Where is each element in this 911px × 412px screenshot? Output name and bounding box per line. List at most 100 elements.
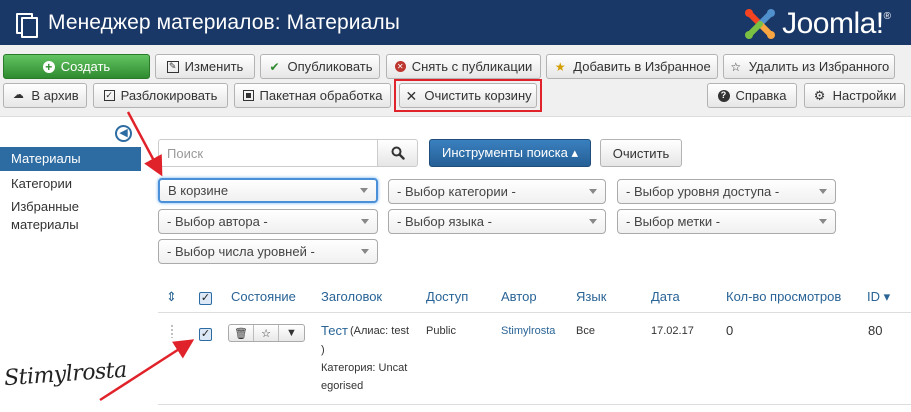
publish-button-label: Опубликовать	[287, 59, 373, 74]
levels-filter-value: - Выбор числа уровней -	[167, 244, 315, 259]
status-filter-value: В корзине	[168, 183, 229, 198]
article-date: 17.02.17	[651, 325, 694, 337]
options-button-label: Настройки	[832, 88, 897, 103]
star-empty-icon: ☆	[730, 59, 742, 74]
category-filter-select[interactable]: - Выбор категории -	[388, 179, 606, 204]
sidebar-item-featured[interactable]: Избранные материалы	[0, 198, 100, 234]
chevron-down-icon	[589, 189, 597, 194]
sidebar-item-label: Категории	[11, 176, 72, 191]
article-hits: 0	[726, 323, 734, 338]
chevron-down-icon	[360, 188, 368, 193]
search-button[interactable]	[377, 139, 418, 167]
feature-button[interactable]: ★ Добавить в Избранное	[546, 54, 718, 79]
gear-icon: ⚙	[813, 88, 826, 103]
tag-filter-select[interactable]: - Выбор метки -	[617, 209, 836, 234]
search-tools-label: Инструменты поиска ▴	[441, 145, 579, 160]
article-category-end: egorised	[321, 380, 364, 392]
app-header: Менеджер материалов: Материалы Joomla! ®	[0, 0, 911, 45]
unpublish-button[interactable]: ✕ Снять с публикации	[386, 54, 541, 79]
archive-button[interactable]: ☁ В архив	[3, 83, 87, 108]
th-title[interactable]: Заголовок	[321, 289, 382, 304]
access-filter-value: - Выбор уровня доступа -	[626, 184, 780, 199]
article-id: 80	[868, 323, 883, 338]
chevron-down-icon	[819, 219, 827, 224]
clear-button[interactable]: Очистить	[600, 139, 682, 167]
article-title-link[interactable]: Тест	[321, 323, 348, 338]
feature-button-label: Добавить в Избранное	[573, 59, 711, 74]
unfeature-button-label: Удалить из Избранного	[748, 59, 890, 74]
drag-handle-icon[interactable]	[170, 324, 174, 338]
trash-icon[interactable]: 🗑	[229, 325, 254, 341]
th-id[interactable]: ID ▾	[867, 289, 890, 305]
article-access: Public	[426, 325, 456, 337]
edit-icon: ✎	[166, 60, 179, 73]
search-input[interactable]: Поиск	[158, 139, 378, 167]
article-language: Все	[576, 325, 595, 337]
levels-filter-select[interactable]: - Выбор числа уровней -	[158, 239, 378, 264]
copy-icon	[16, 12, 38, 38]
unfeature-button[interactable]: ☆ Удалить из Избранного	[723, 54, 895, 79]
batch-button[interactable]: Пакетная обработка	[234, 83, 391, 108]
access-filter-select[interactable]: - Выбор уровня доступа -	[617, 179, 836, 204]
page-title: Менеджер материалов: Материалы	[48, 10, 400, 34]
search-icon	[391, 146, 405, 160]
table-header-divider	[158, 312, 911, 313]
chevron-down-icon	[361, 219, 369, 224]
sidebar-collapse-icon[interactable]: ◀	[115, 125, 132, 142]
language-filter-select[interactable]: - Выбор языка -	[388, 209, 606, 234]
checkin-button-label: Разблокировать	[120, 88, 218, 103]
th-author[interactable]: Автор	[501, 289, 537, 304]
tag-filter-value: - Выбор метки -	[626, 214, 721, 229]
th-access[interactable]: Доступ	[426, 289, 468, 304]
unpublish-button-label: Снять с публикации	[411, 59, 533, 74]
new-button[interactable]: + Создать	[3, 54, 150, 79]
checkbox-icon: ✓	[103, 90, 115, 101]
select-all-checkbox[interactable]: ✓	[199, 292, 212, 305]
joomla-logo-icon	[745, 9, 776, 39]
logo-text: Joomla!	[782, 7, 884, 40]
archive-icon: ☁	[12, 89, 24, 101]
options-button[interactable]: ⚙ Настройки	[804, 83, 905, 108]
star-empty-icon[interactable]: ☆	[254, 325, 279, 341]
category-filter-value: - Выбор категории -	[397, 184, 516, 199]
chevron-down-icon	[589, 219, 597, 224]
search-placeholder: Поиск	[167, 145, 204, 161]
status-filter-select[interactable]: В корзине	[158, 178, 378, 203]
batch-button-label: Пакетная обработка	[259, 88, 383, 103]
plus-circle-icon: +	[42, 60, 55, 73]
search-tools-button[interactable]: Инструменты поиска ▴	[429, 139, 591, 167]
new-button-label: Создать	[60, 59, 111, 74]
help-button[interactable]: ? Справка	[707, 83, 797, 108]
highlight-box	[394, 79, 542, 112]
chevron-down-icon	[819, 189, 827, 194]
article-author-link[interactable]: Stimylrosta	[501, 325, 555, 337]
checkin-button[interactable]: ✓ Разблокировать	[93, 83, 228, 108]
th-hits[interactable]: Кол-во просмотров	[726, 289, 841, 304]
sidebar-item-label: Избранные материалы	[11, 199, 79, 232]
th-status[interactable]: Состояние	[231, 289, 296, 304]
author-filter-value: - Выбор автора -	[167, 214, 268, 229]
help-button-label: Справка	[735, 88, 787, 103]
joomla-logo[interactable]: Joomla! ®	[742, 6, 891, 42]
batch-icon	[242, 90, 254, 101]
chevron-down-icon	[361, 249, 369, 254]
edit-button[interactable]: ✎ Изменить	[155, 54, 255, 79]
article-alias-end: )	[321, 344, 325, 356]
sidebar-item-articles[interactable]: Материалы	[0, 147, 141, 171]
author-filter-select[interactable]: - Выбор автора -	[158, 209, 378, 234]
th-language[interactable]: Язык	[576, 289, 606, 304]
sort-ordering-icon[interactable]: ⇕	[166, 289, 177, 305]
watermark-signature: Stimylrosta	[3, 357, 128, 392]
status-button-group: 🗑 ☆ ▼	[228, 324, 305, 342]
publish-button[interactable]: ✔ Опубликовать	[260, 54, 380, 79]
article-alias: (Алиас: test	[350, 325, 410, 337]
chevron-down-icon[interactable]: ▼	[279, 325, 304, 341]
th-date[interactable]: Дата	[651, 289, 680, 304]
row-checkbox[interactable]: ✓	[199, 328, 212, 341]
sidebar-item-categories[interactable]: Категории	[0, 175, 141, 193]
registered-mark: ®	[883, 10, 891, 22]
edit-button-label: Изменить	[184, 59, 244, 74]
table-row-divider	[158, 404, 911, 405]
article-category: Категория: Uncat	[321, 362, 408, 374]
check-icon: ✔	[269, 59, 280, 74]
